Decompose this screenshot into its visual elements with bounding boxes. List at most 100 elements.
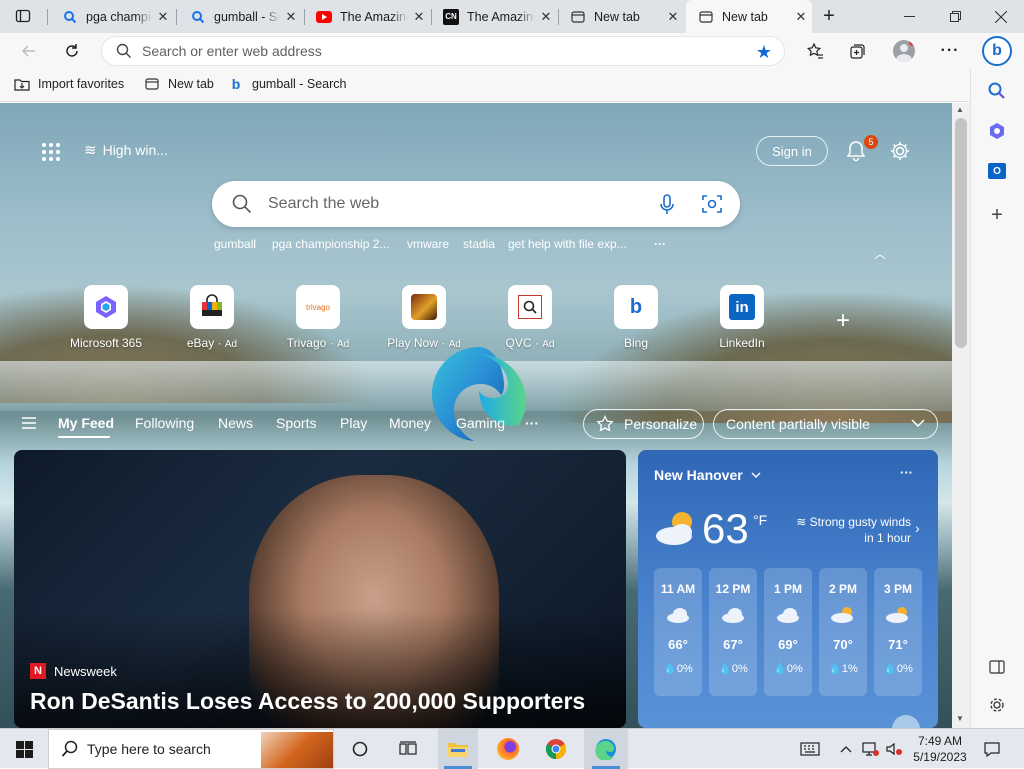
close-icon[interactable]: ✕ — [408, 9, 430, 25]
close-icon[interactable]: ✕ — [535, 9, 557, 25]
windows-start-icon[interactable] — [0, 729, 48, 769]
close-icon[interactable]: ✕ — [280, 9, 302, 25]
page-scrollbar[interactable]: ▲ ▼ — [952, 103, 970, 728]
favorite-import[interactable]: Import favorites — [14, 76, 124, 92]
search-suggestion[interactable]: vmware — [407, 237, 449, 251]
bing-chat-icon[interactable]: b — [980, 34, 1014, 68]
tab-actions-icon[interactable] — [8, 1, 38, 31]
scroll-up-arrow-icon[interactable]: ▲ — [956, 105, 964, 114]
notification-center-icon[interactable] — [978, 729, 1006, 769]
profile-avatar[interactable] — [889, 36, 919, 66]
new-tab-button[interactable]: + — [814, 1, 844, 31]
more-suggestions-icon[interactable]: ··· — [654, 237, 666, 251]
clock-time: 7:49 AM — [917, 734, 963, 748]
firefox-icon[interactable] — [488, 729, 528, 769]
personalize-icon — [596, 415, 614, 433]
hide-sidebar-icon[interactable] — [983, 653, 1011, 681]
feed-tab-sports[interactable]: Sports — [276, 415, 316, 431]
quicklink-trivago[interactable]: trivago Trivago · Ad — [273, 285, 363, 350]
tab-new-tab-active[interactable]: New tab ✕ — [686, 0, 812, 33]
favorite-star-icon[interactable]: ★ — [756, 42, 772, 63]
weather-location[interactable]: New Hanover — [654, 467, 761, 483]
search-icon[interactable] — [983, 77, 1011, 105]
task-view-icon[interactable] — [390, 729, 426, 769]
search-suggestion[interactable]: pga championship 2... — [272, 237, 389, 251]
cortana-icon[interactable] — [342, 729, 378, 769]
notifications-bell-icon[interactable]: 5 — [846, 135, 878, 165]
shopping-icon[interactable] — [983, 117, 1011, 145]
close-window-button[interactable] — [978, 0, 1024, 33]
chevron-up-icon[interactable] — [836, 729, 856, 769]
clock[interactable]: 7:49 AM 5/19/2023 — [908, 729, 972, 769]
close-icon[interactable]: ✕ — [662, 9, 684, 25]
collapse-chevron-icon[interactable]: ︿ — [874, 245, 886, 262]
volume-muted-icon[interactable] — [884, 729, 904, 769]
favorite-new-tab[interactable]: New tab — [144, 76, 214, 92]
tab-pga-championship[interactable]: pga championship ✕ — [50, 0, 174, 33]
tab-title: The Amazing World of Gumball — [467, 9, 535, 24]
close-icon[interactable]: ✕ — [790, 9, 812, 25]
collections-icon[interactable] — [843, 36, 873, 66]
chrome-icon[interactable] — [536, 729, 576, 769]
restore-button[interactable] — [932, 0, 978, 33]
quicklink-bing[interactable]: b Bing — [591, 285, 681, 350]
taskbar-search-box[interactable]: Type here to search — [48, 729, 334, 769]
hourly-temp: 67° — [723, 637, 743, 652]
weather-card[interactable]: New Hanover ··· 63 °F ≋ Strong gusty win… — [638, 450, 938, 728]
refresh-icon[interactable] — [57, 36, 87, 66]
favorite-gumball-search[interactable]: b gumball - Search — [228, 76, 347, 92]
quicklink-microsoft-365[interactable]: Microsoft 365 — [61, 285, 151, 350]
feed-tab-money[interactable]: Money — [389, 415, 431, 431]
search-suggestion[interactable]: stadia — [463, 237, 495, 251]
sign-in-button[interactable]: Sign in — [756, 136, 828, 166]
settings-gear-icon[interactable] — [889, 140, 911, 165]
microphone-icon[interactable] — [659, 194, 675, 219]
content-visibility-dropdown[interactable]: Content partially visible — [713, 409, 938, 439]
quicklink-ebay[interactable]: eBay · Ad — [167, 285, 257, 350]
add-sidebar-app-icon[interactable]: + — [983, 201, 1011, 229]
weather-more-icon[interactable]: ··· — [900, 465, 913, 480]
feed-tab-following[interactable]: Following — [135, 415, 194, 431]
weather-short-widget[interactable]: ≋ High win... — [84, 141, 168, 159]
quicklink-play-now[interactable]: Play Now · Ad — [379, 285, 469, 350]
tab-cn-gumball[interactable]: CN The Amazing World of Gumball ✕ — [431, 0, 557, 33]
hero-news-card[interactable]: N Newsweek Ron DeSantis Loses Access to … — [14, 450, 626, 728]
minimize-button[interactable] — [886, 0, 932, 33]
address-bar[interactable]: Search or enter web address ★ — [101, 36, 785, 66]
more-feed-tabs-icon[interactable]: ··· — [525, 415, 539, 431]
close-icon[interactable]: ✕ — [152, 9, 174, 25]
network-icon[interactable] — [860, 729, 880, 769]
tab-new-tab[interactable]: New tab ✕ — [558, 0, 684, 33]
outlook-icon[interactable]: O — [983, 157, 1011, 185]
personalize-button[interactable]: Personalize — [583, 409, 704, 439]
chevron-right-icon[interactable]: › — [915, 520, 920, 536]
scrollbar-thumb[interactable] — [955, 118, 967, 348]
back-arrow-icon[interactable] — [14, 36, 44, 66]
hourly-forecast-item: 11 AM 66° 💧0% — [654, 568, 702, 696]
weather-alert[interactable]: ≋ Strong gusty winds in 1 hour — [786, 514, 911, 546]
favorite-label: Import favorites — [38, 77, 125, 91]
more-options-icon[interactable]: ··· — [935, 36, 965, 66]
keyboard-icon[interactable] — [796, 729, 824, 769]
scroll-down-arrow-icon[interactable]: ▼ — [956, 714, 964, 723]
bing-icon: b — [231, 76, 241, 92]
feed-tab-my-feed[interactable]: My Feed — [58, 415, 114, 431]
quicklink-qvc[interactable]: QVC · Ad — [485, 285, 575, 350]
feed-tab-news[interactable]: News — [218, 415, 253, 431]
tab-gumball-search[interactable]: gumball - Search ✕ — [178, 0, 302, 33]
favorites-icon[interactable] — [800, 36, 830, 66]
web-search-box[interactable]: Search the web — [212, 181, 740, 227]
visual-search-icon[interactable] — [702, 194, 722, 217]
apps-launcher-icon[interactable] — [41, 142, 61, 165]
quicklink-linkedin[interactable]: in LinkedIn — [697, 285, 787, 350]
sidebar-settings-gear-icon[interactable] — [983, 691, 1011, 719]
feed-tab-gaming[interactable]: Gaming — [456, 415, 505, 431]
edge-taskbar-icon[interactable] — [584, 729, 628, 769]
feed-tab-play[interactable]: Play — [340, 415, 367, 431]
add-quicklink-icon[interactable]: + — [836, 307, 850, 335]
file-explorer-icon[interactable] — [438, 729, 478, 769]
tab-youtube-gumball[interactable]: The Amazing World of Gumball ✕ — [304, 0, 430, 33]
search-suggestion[interactable]: get help with file exp... — [508, 237, 627, 251]
search-suggestion[interactable]: gumball — [214, 237, 256, 251]
feed-menu-icon[interactable] — [22, 417, 36, 432]
